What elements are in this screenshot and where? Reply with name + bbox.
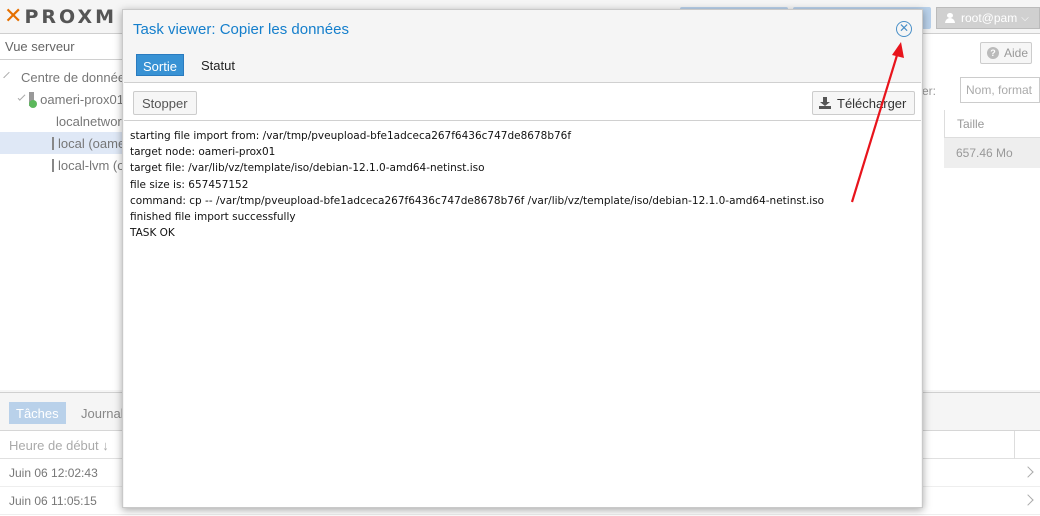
tree-item-storage-lvm[interactable]: local-lvm (oameri-prox01) <box>0 154 124 176</box>
user-name: root@pam <box>961 11 1018 25</box>
tree-item-label: local (oameri-prox01) <box>58 135 124 151</box>
chevron-right-icon <box>1022 494 1034 506</box>
view-selector[interactable]: Vue serveur <box>0 34 123 60</box>
column-header-size[interactable]: Taille <box>944 110 1040 138</box>
filter-input[interactable]: Nom, format <box>960 77 1040 103</box>
user-icon <box>945 13 955 23</box>
tree-item-label: localnetwork <box>56 113 124 129</box>
stop-button[interactable]: Stopper <box>133 91 197 115</box>
tab-output[interactable]: Sortie <box>136 54 184 76</box>
size-cell: 657.46 Mo <box>944 138 1040 168</box>
caret-down-icon <box>3 71 10 79</box>
log-line: file size is: 657457152 <box>130 178 249 191</box>
log-line: finished file import successfully <box>130 211 296 224</box>
tab-tasks[interactable]: Tâches <box>9 402 66 424</box>
task-log-output: starting file import from: /var/tmp/pveu… <box>124 121 921 248</box>
column-divider <box>1014 431 1015 459</box>
document-icon <box>52 158 54 172</box>
help-label: Aide <box>1004 46 1029 60</box>
dialog-title: Task viewer: Copier les données <box>133 21 349 38</box>
tree-item-storage-local[interactable]: local (oameri-prox01) <box>0 132 124 154</box>
download-button-label: Télécharger <box>837 95 907 111</box>
user-menu-button[interactable]: root@pam ⌵ <box>936 7 1040 29</box>
filter-label: er: <box>922 84 937 98</box>
log-line: command: cp -- /var/tmp/pveupload-bfe1ad… <box>130 194 825 207</box>
log-line: target file: /var/lib/vz/template/iso/de… <box>130 162 485 175</box>
content-panel: ? Aide er: Nom, format Taille 657.46 Mo <box>920 34 1040 390</box>
chevron-down-icon: ⌵ <box>1021 12 1029 24</box>
column-header-label: Heure de début ↓ <box>9 438 109 453</box>
tree-item-node[interactable]: oameri-prox01 <box>0 88 124 110</box>
start-time-cell: Juin 06 12:02:43 <box>9 466 98 480</box>
help-icon: ? <box>987 47 999 59</box>
output-panel: Stopper Télécharger starting file import… <box>124 82 921 507</box>
log-line: TASK OK <box>130 227 175 240</box>
start-time-cell: Juin 06 11:05:15 <box>9 494 97 508</box>
close-icon[interactable]: ✕ <box>896 21 912 37</box>
log-line: starting file import from: /var/tmp/pveu… <box>130 130 572 142</box>
logo-x-icon: ✕ <box>4 4 23 29</box>
tree-item-label: Centre de données <box>21 69 124 85</box>
log-line: target node: oameri-prox01 <box>130 146 276 159</box>
resource-tree-panel: Vue serveur Centre de données oameri-pro… <box>0 34 124 390</box>
logo-text: PROXM <box>24 6 118 28</box>
download-button[interactable]: Télécharger <box>812 91 916 115</box>
tree-item-network[interactable]: localnetwork <box>0 110 124 132</box>
document-icon <box>52 136 54 150</box>
chevron-right-icon <box>1022 466 1034 478</box>
tab-status[interactable]: Statut <box>195 54 241 76</box>
task-viewer-dialog: Task viewer: Copier les données ✕ Sortie… <box>122 9 923 508</box>
download-icon <box>819 97 831 109</box>
output-toolbar: Stopper Télécharger <box>124 83 921 121</box>
stop-button-label: Stopper <box>142 95 188 111</box>
caret-down-icon <box>17 92 26 102</box>
help-button[interactable]: ? Aide <box>980 42 1032 64</box>
tree-item-label: oameri-prox01 <box>40 91 124 107</box>
server-online-icon <box>29 92 37 108</box>
proxmox-logo: ✕ PROXM <box>4 4 118 29</box>
tree-item-label: local-lvm (oameri-prox01) <box>58 157 124 173</box>
tree-item-datacenter[interactable]: Centre de données <box>0 66 124 88</box>
